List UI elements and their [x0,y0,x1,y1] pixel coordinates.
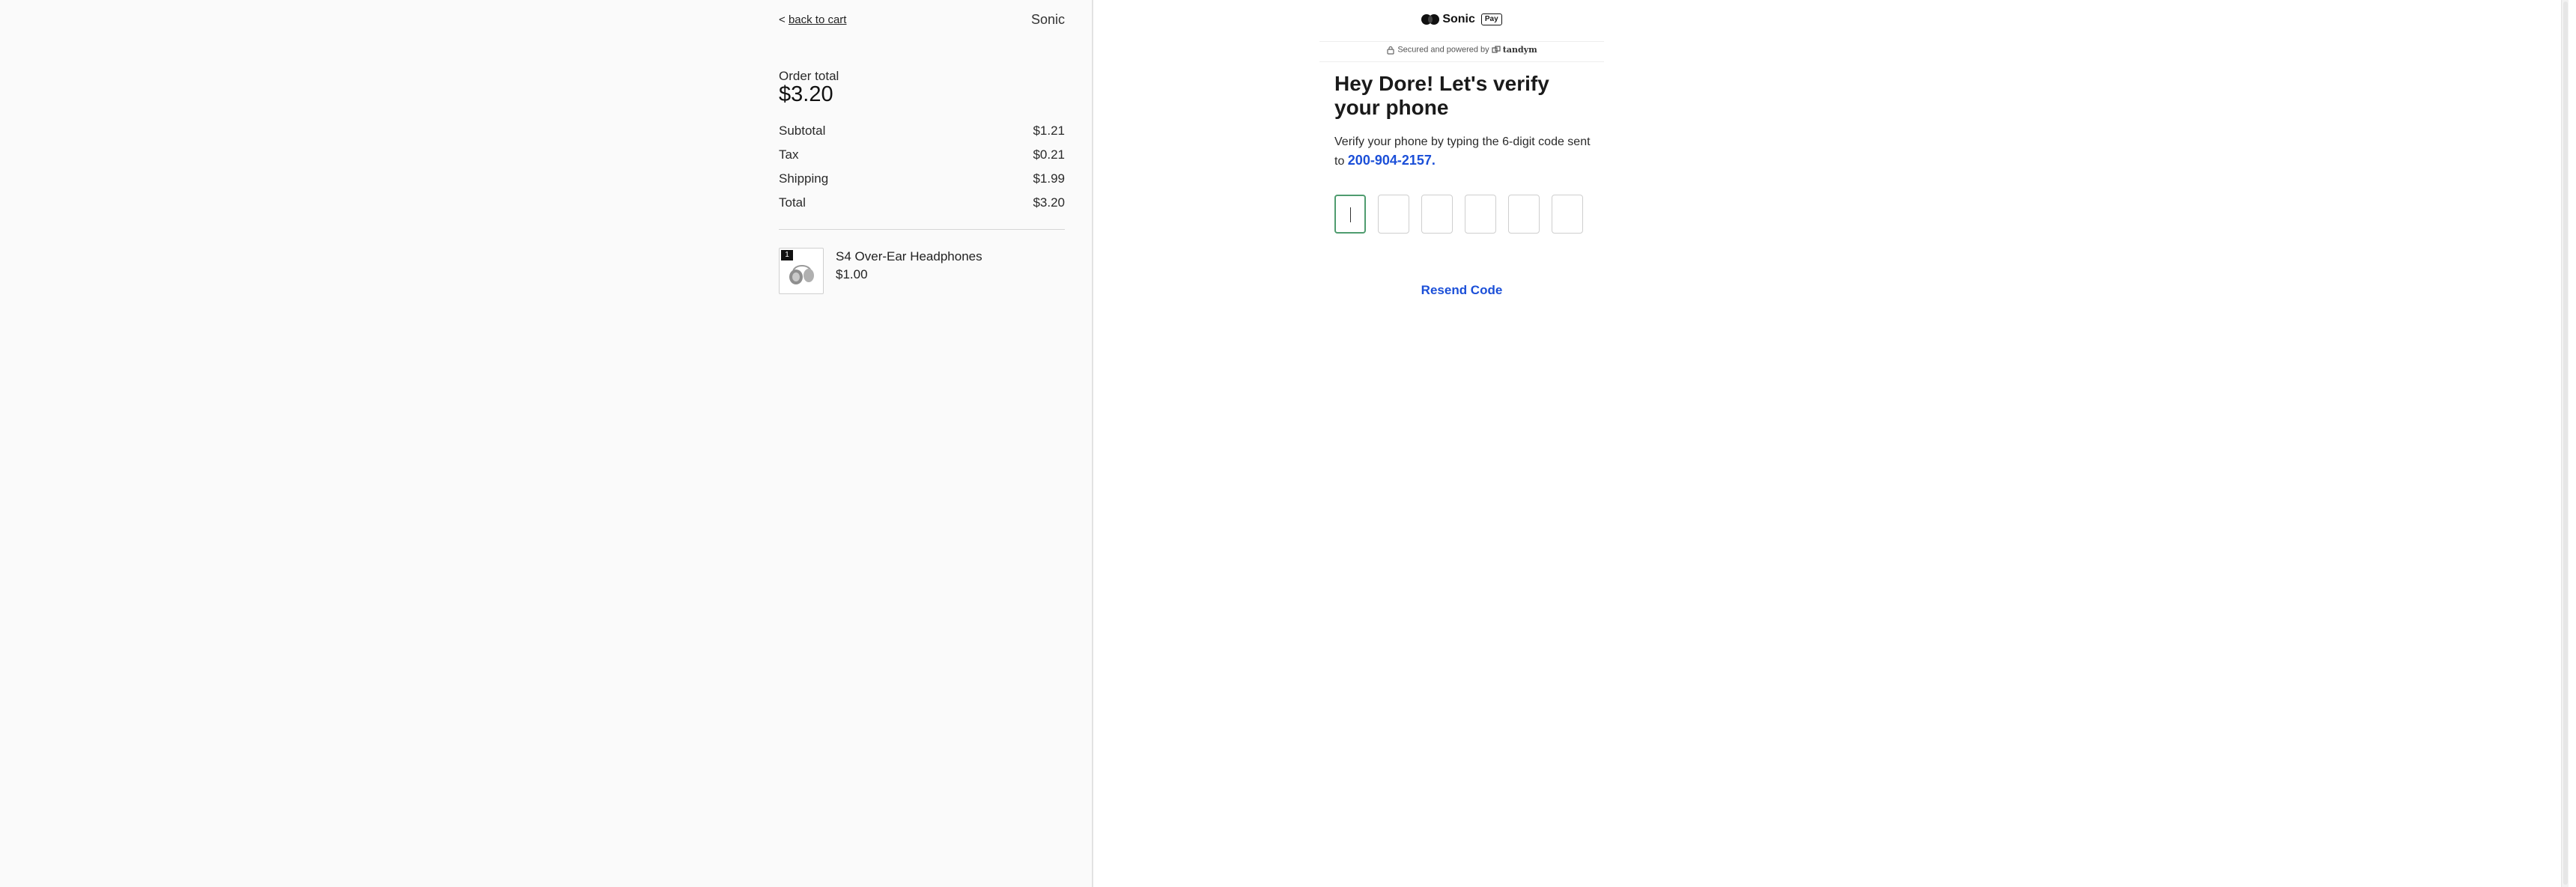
resend-code-button[interactable]: Resend Code [1319,283,1604,298]
order-summary-panel: < back to cart Sonic Order total $3.20 S… [0,0,1093,887]
summary-divider [779,229,1065,230]
summary-row-total: Total $3.20 [779,195,1065,212]
code-digit-input-6[interactable] [1552,195,1583,234]
cart-product-item: 1 S4 Over-Ear Headphones $1.00 [779,248,1065,296]
code-input-group [1334,195,1597,235]
summary-row-subtotal: Subtotal $1.21 [779,124,1065,140]
tandym-logo-icon [1492,45,1501,53]
summary-value: $1.21 [1033,124,1065,138]
code-digit-input-1[interactable] [1334,195,1366,234]
headphones-icon [789,265,814,284]
logo-wordmark: Sonic [1442,13,1475,25]
phone-suffix: . [1431,153,1436,168]
summary-row-tax: Tax $0.21 [779,147,1065,164]
back-to-cart-link[interactable]: < back to cart [779,13,846,26]
code-digit-input-2[interactable] [1378,195,1409,234]
verification-panel: Sonic Pay Secured and powered by tandym … [1095,0,2569,887]
back-to-cart-label: back to cart [788,13,847,26]
order-total-label: Order total [779,69,839,83]
summary-value: $0.21 [1033,147,1065,162]
summary-label: Total [779,195,806,210]
summary-label: Tax [779,147,799,162]
scrollbar-thumb[interactable] [2563,1,2568,885]
order-total-value: $3.20 [779,82,833,106]
text-caret [1350,207,1351,222]
product-name: S4 Over-Ear Headphones [836,249,982,263]
code-digit-input-3[interactable] [1421,195,1453,234]
header-divider-top [1319,41,1604,42]
sonic-logo-icon [1421,14,1440,25]
sonic-pay-logo: Sonic Pay [1319,13,1604,29]
code-digit-input-4[interactable] [1465,195,1496,234]
product-thumbnail: 1 [779,248,824,294]
lock-icon [1387,46,1394,55]
partner-name: tandym [1502,45,1537,55]
phone-number: 200-904-2157 [1347,153,1432,168]
back-arrow-icon: < [779,13,786,26]
code-digit-input-5[interactable] [1508,195,1540,234]
page-title: Hey Dore! Let's verify your phone [1334,72,1549,119]
summary-value: $1.99 [1033,171,1065,186]
summary-row-shipping: Shipping $1.99 [779,171,1065,188]
order-summary-header: < back to cart Sonic [779,12,1065,30]
summary-value: $3.20 [1033,195,1065,210]
verification-instructions: Verify your phone by typing the 6-digit … [1334,133,1597,171]
summary-label: Subtotal [779,124,826,138]
header-divider-bottom [1319,61,1604,62]
secured-by-line: Secured and powered by tandym [1319,45,1604,57]
merchant-brand: Sonic [1030,12,1065,27]
summary-label: Shipping [779,171,829,186]
scrollbar[interactable] [2561,0,2569,887]
product-price: $1.00 [836,267,868,281]
pay-badge: Pay [1480,13,1502,25]
secured-text: Secured and powered by [1397,45,1489,55]
